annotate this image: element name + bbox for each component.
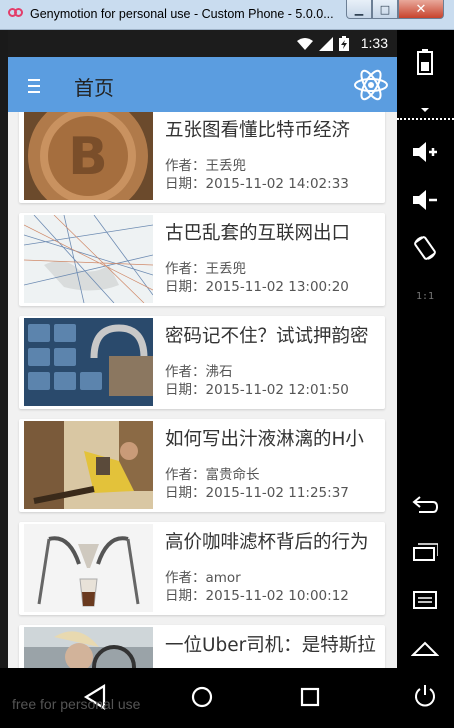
article-title: 一位Uber司机：是特斯拉 [165, 635, 376, 656]
article-title: 五张图看懂比特币经济 [165, 120, 351, 141]
article-author: 作者：王丢兜 [165, 158, 246, 174]
battery-icon[interactable] [407, 44, 443, 80]
article-card[interactable]: B 五张图看懂比特币经济 作者：王丢兜 日期：2015-11-02 14:02:… [19, 112, 385, 203]
article-card[interactable]: 一位Uber司机：是特斯拉 [19, 625, 385, 668]
keyboard-lock-image [24, 318, 153, 406]
article-list[interactable]: B 五张图看懂比特币经济 作者：王丢兜 日期：2015-11-02 14:02:… [8, 112, 397, 668]
pixel-ratio-label: 1:1 [415, 290, 435, 302]
home-icon[interactable] [407, 630, 443, 666]
volume-down-icon[interactable] [407, 182, 443, 218]
page-title: 首页 [74, 76, 114, 100]
maximize-button[interactable]: □ [372, 0, 398, 19]
wifi-icon [297, 37, 313, 50]
article-title: 古巴乱套的互联网出口 [165, 223, 351, 244]
article-card[interactable]: 如何写出汁液淋漓的H小 作者：富贵命长 日期：2015-11-02 11:25:… [19, 419, 385, 512]
article-author: 作者：沸石 [165, 364, 233, 380]
battery-charging-icon [339, 36, 349, 51]
coffee-dripper-image [24, 524, 153, 612]
article-date: 日期：2015-11-02 14:02:33 [165, 176, 349, 192]
article-date: 日期：2015-11-02 12:01:50 [165, 382, 349, 398]
phone-screen: 1:33 首页 B 五张图看懂比特币经济 作者：王丢兜 日期：2015-11-0… [8, 30, 397, 668]
article-author: 作者：王丢兜 [165, 261, 246, 277]
article-card[interactable]: 古巴乱套的互联网出口 作者：王丢兜 日期：2015-11-02 13:00:20 [19, 213, 385, 306]
reading-woman-image [24, 421, 153, 509]
back-icon[interactable] [407, 486, 443, 522]
app-bar: 首页 [8, 57, 397, 112]
svg-text:B: B [68, 127, 108, 187]
volume-up-icon[interactable] [407, 134, 443, 170]
pixel-ratio-icon[interactable]: 1:1 [407, 278, 443, 314]
status-time: 1:33 [360, 35, 388, 51]
recents-icon[interactable] [407, 534, 443, 570]
article-title: 高价咖啡滤杯背后的行为 [165, 532, 369, 553]
car-driver-image [24, 627, 153, 668]
menu-icon[interactable] [407, 582, 443, 618]
article-card[interactable]: 高价咖啡滤杯背后的行为 作者：amor 日期：2015-11-02 10:00:… [19, 522, 385, 615]
watermark-text: free for personal use [12, 696, 141, 712]
article-card[interactable]: 密码记不住？试试押韵密 作者：沸石 日期：2015-11-02 12:01:50 [19, 316, 385, 409]
signal-icon [319, 36, 333, 51]
rotate-icon[interactable] [407, 230, 443, 266]
atom-icon[interactable] [353, 67, 389, 103]
genymotion-logo-icon [8, 8, 24, 22]
sidebar-divider [397, 118, 454, 120]
power-icon[interactable] [407, 678, 443, 714]
window-title: Genymotion for personal use - Custom Pho… [30, 7, 334, 21]
chevron-down-icon[interactable] [421, 108, 429, 112]
article-author: 作者：amor [165, 570, 241, 586]
menu-icon[interactable] [28, 79, 40, 93]
article-title: 如何写出汁液淋漓的H小 [165, 429, 364, 450]
article-author: 作者：富贵命长 [165, 467, 260, 483]
article-date: 日期：2015-11-02 13:00:20 [165, 279, 349, 295]
article-title: 密码记不住？试试押韵密 [165, 326, 369, 347]
network-map-image [24, 215, 153, 303]
close-button[interactable]: ✕ [398, 0, 444, 19]
article-date: 日期：2015-11-02 11:25:37 [165, 485, 349, 501]
genymotion-sidebar: 1:1 [397, 30, 454, 728]
bitcoin-image: B [24, 112, 153, 200]
article-date: 日期：2015-11-02 10:00:12 [165, 588, 349, 604]
minimize-button[interactable]: ▁ [346, 0, 372, 19]
status-bar: 1:33 [8, 30, 397, 57]
recents-square-icon[interactable] [295, 682, 325, 712]
window-title-bar: Genymotion for personal use - Custom Pho… [0, 0, 454, 30]
home-circle-icon[interactable] [187, 682, 217, 712]
